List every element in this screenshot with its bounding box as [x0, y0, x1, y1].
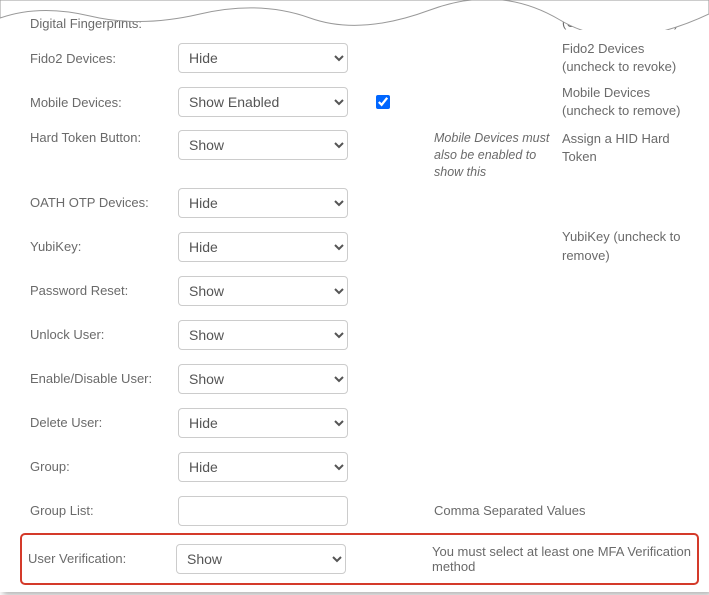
- enable-disable-label: Enable/Disable User:: [30, 371, 170, 386]
- enable-disable-select[interactable]: Show: [178, 364, 348, 394]
- password-reset-select[interactable]: Show: [178, 276, 348, 306]
- hard-token-select[interactable]: Show: [178, 130, 348, 160]
- user-verification-note: You must select at least one MFA Verific…: [432, 544, 691, 574]
- mobile-right-text: Mobile Devices (uncheck to remove): [562, 84, 689, 120]
- uncheck-revoke-partial: (Uncheck to revoke): [562, 14, 689, 32]
- hard-token-label: Hard Token Button:: [30, 130, 170, 145]
- oath-label: OATH OTP Devices:: [30, 195, 170, 210]
- group-list-label: Group List:: [30, 503, 170, 518]
- oath-select[interactable]: Hide: [178, 188, 348, 218]
- hard-token-right-text: Assign a HID Hard Token: [562, 130, 689, 166]
- mobile-checkbox[interactable]: [376, 95, 390, 109]
- password-reset-label: Password Reset:: [30, 283, 170, 298]
- mobile-select[interactable]: Show Enabled: [178, 87, 348, 117]
- group-label: Group:: [30, 459, 170, 474]
- yubikey-label: YubiKey:: [30, 239, 170, 254]
- group-select[interactable]: Hide: [178, 452, 348, 482]
- delete-user-select[interactable]: Hide: [178, 408, 348, 438]
- user-verification-label: User Verification:: [28, 551, 168, 566]
- fido2-select[interactable]: Hide: [178, 43, 348, 73]
- delete-user-label: Delete User:: [30, 415, 170, 430]
- yubikey-select[interactable]: Hide: [178, 232, 348, 262]
- fido2-label: Fido2 Devices:: [30, 51, 170, 66]
- hard-token-note: Mobile Devices must also be enabled to s…: [434, 130, 554, 181]
- digital-fingerprints-label: Digital Fingerprints:: [30, 16, 170, 31]
- unlock-user-select[interactable]: Show: [178, 320, 348, 350]
- user-verification-select[interactable]: Show: [176, 544, 346, 574]
- yubikey-right-text: YubiKey (uncheck to remove): [562, 228, 689, 264]
- fido2-right-text: Fido2 Devices (uncheck to revoke): [562, 40, 689, 76]
- user-verification-highlight: User Verification: Show You must select …: [20, 533, 699, 585]
- group-list-note: Comma Separated Values: [434, 503, 689, 518]
- mobile-label: Mobile Devices:: [30, 95, 170, 110]
- group-list-input[interactable]: [178, 496, 348, 526]
- unlock-user-label: Unlock User:: [30, 327, 170, 342]
